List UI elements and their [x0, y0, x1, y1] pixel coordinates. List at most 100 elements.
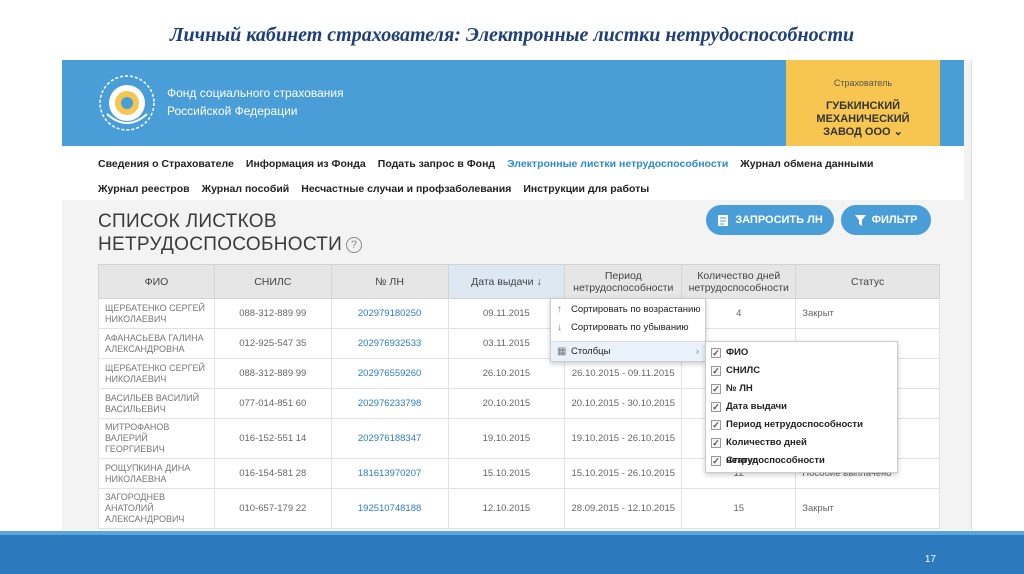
- column-header-period[interactable]: Период нетрудоспособности: [564, 264, 683, 299]
- main-nav: Сведения о Страхователе Информация из Фо…: [62, 146, 964, 200]
- filter-button-label: ФИЛЬТР: [871, 214, 918, 226]
- nav-item-sick-leave[interactable]: Электронные листки нетрудоспособности: [507, 158, 728, 170]
- request-sick-leave-button[interactable]: ЗАПРОСИТЬ ЛН: [706, 205, 834, 235]
- table-row[interactable]: ЗАГОРОДНЕВ АНАТОЛИЙ АЛЕКСАНДРОВИЧ 010-657…: [98, 488, 940, 529]
- checkbox-checked-icon[interactable]: ✓: [711, 438, 721, 448]
- column-menu: ↑ Сортировать по возрастанию ↓ Сортировать…: [550, 298, 706, 362]
- columns-item[interactable]: ▦ Столбцы ›: [551, 341, 705, 361]
- cell-ln[interactable]: 202976932533: [330, 328, 449, 359]
- column-header-fio[interactable]: ФИО: [98, 264, 215, 299]
- column-toggle-label: Период нетрудоспособности: [726, 419, 863, 430]
- cell-status: Закрыт: [795, 488, 940, 529]
- help-icon[interactable]: ?: [346, 236, 363, 253]
- column-toggle-item[interactable]: ✓ Дата выдачи: [706, 398, 897, 416]
- cell-snils: 016-154-581 28: [213, 458, 332, 489]
- insurer-name[interactable]: ГУБКИНСКИЙ МЕХАНИЧЕСКИЙ ЗАВОД ООО ⌄: [803, 100, 923, 139]
- cell-period: 28.09.2015 - 12.10.2015: [564, 488, 683, 529]
- nav-item-accidents[interactable]: Несчастные случаи и профзаболевания: [301, 183, 511, 195]
- checkbox-checked-icon[interactable]: ✓: [711, 348, 721, 358]
- column-header-status[interactable]: Статус: [795, 264, 940, 299]
- checkbox-checked-icon[interactable]: ✓: [711, 420, 721, 430]
- cell-fio: АФАНАСЬЕВА ГАЛИНА АЛЕКСАНДРОВНА: [98, 328, 215, 359]
- cell-period: 19.10.2015 - 26.10.2015: [564, 418, 683, 459]
- cell-ln[interactable]: 202979180250: [330, 298, 449, 329]
- cell-days: 15: [681, 488, 797, 529]
- arrow-up-icon: ↑: [557, 304, 562, 315]
- request-button-label: ЗАПРОСИТЬ ЛН: [735, 214, 823, 226]
- cell-fio: ВАСИЛЬЕВ ВАСИЛИЙ ВАСИЛЬЕВИЧ: [98, 388, 215, 419]
- cell-period: 20.10.2015 - 30.10.2015: [564, 388, 683, 419]
- slide-title: Личный кабинет страхователя: Электронные…: [169, 24, 855, 46]
- table-row[interactable]: ЩЕРБАТЕНКО СЕРГЕЙ НИКОЛАЕВИЧ 088-312-889 …: [98, 298, 940, 329]
- nav-row-2: Журнал реестров Журнал пособий Несчастны…: [98, 183, 661, 195]
- cell-fio: ЩЕРБАТЕНКО СЕРГЕЙ НИКОЛАЕВИЧ: [98, 358, 215, 389]
- org-name: Фонд социального страхования Российской …: [167, 84, 367, 120]
- cell-date: 19.10.2015: [447, 418, 566, 459]
- column-header-date[interactable]: Дата выдачи ↓: [447, 264, 566, 299]
- column-toggle-label: № ЛН: [726, 383, 753, 394]
- column-toggle-item[interactable]: ✓ Количество дней нетрудоспособности: [706, 434, 897, 466]
- insurer-selector[interactable]: Страхователь ГУБКИНСКИЙ МЕХАНИЧЕСКИЙ ЗАВ…: [786, 60, 940, 146]
- sort-desc-item[interactable]: ↓ Сортировать по убыванию: [551, 319, 705, 337]
- column-toggle-item[interactable]: ✓ Статус: [706, 452, 897, 470]
- cell-fio: ЗАГОРОДНЕВ АНАТОЛИЙ АЛЕКСАНДРОВИЧ: [98, 488, 215, 529]
- checkbox-checked-icon[interactable]: ✓: [711, 456, 721, 466]
- cell-ln[interactable]: 202976559260: [330, 358, 449, 389]
- insurer-label: Страхователь: [833, 78, 893, 88]
- nav-item-instructions[interactable]: Инструкции для работы: [523, 183, 649, 195]
- column-header-days[interactable]: Количество дней нетрудоспособности: [681, 264, 797, 299]
- cell-ln[interactable]: 181613970207: [330, 458, 449, 489]
- cell-date: 26.10.2015: [447, 358, 566, 389]
- nav-item-request[interactable]: Подать запрос в Фонд: [378, 158, 495, 170]
- column-header-ln[interactable]: № ЛН: [330, 264, 449, 299]
- columns-submenu: ✓ ФИО ✓ СНИЛС ✓ № ЛН ✓ Дата выдачи ✓ Период нетру…: [705, 341, 898, 473]
- cell-date: 03.11.2015: [447, 328, 566, 359]
- cell-date: 12.10.2015: [447, 488, 566, 529]
- org-name-line1: Фонд социального страхования: [167, 86, 344, 100]
- nav-item-registries[interactable]: Журнал реестров: [98, 183, 190, 195]
- cell-snils: 077-014-851 60: [213, 388, 332, 419]
- arrow-down-icon: ↓: [557, 322, 562, 333]
- column-toggle-item[interactable]: ✓ ФИО: [706, 344, 897, 362]
- cell-status: Закрыт: [795, 298, 940, 329]
- cell-snils: 088-312-889 99: [213, 298, 332, 329]
- column-toggle-item[interactable]: ✓ № ЛН: [706, 380, 897, 398]
- slide-footer: 17: [0, 531, 1024, 574]
- cell-snils: 088-312-889 99: [213, 358, 332, 389]
- nav-item-fund-info[interactable]: Информация из Фонда: [246, 158, 366, 170]
- column-toggle-item[interactable]: ✓ СНИЛС: [706, 362, 897, 380]
- page-title-line1: СПИСОК ЛИСТКОВ: [98, 211, 277, 232]
- cell-ln[interactable]: 192510748188: [330, 488, 449, 529]
- cell-fio: РОЩУПКИНА ДИНА НИКОЛАЕВНА: [98, 458, 215, 489]
- nav-item-benefits[interactable]: Журнал пособий: [202, 183, 290, 195]
- checkbox-checked-icon[interactable]: ✓: [711, 366, 721, 376]
- checkbox-checked-icon[interactable]: ✓: [711, 384, 721, 394]
- cell-period: 26.10.2015 - 09.11.2015: [564, 358, 683, 389]
- cell-snils: 016-152-551 14: [213, 418, 332, 459]
- cell-ln[interactable]: 202976188347: [330, 418, 449, 459]
- sort-desc-label: Сортировать по убыванию: [571, 322, 689, 333]
- sort-asc-item[interactable]: ↑ Сортировать по возрастанию: [551, 301, 705, 319]
- cell-snils: 010-657-179 22: [213, 488, 332, 529]
- checkbox-checked-icon[interactable]: ✓: [711, 402, 721, 412]
- chevron-down-icon: ⌄: [893, 126, 903, 138]
- cell-date: 20.10.2015: [447, 388, 566, 419]
- nav-item-insurer-info[interactable]: Сведения о Страхователе: [98, 158, 234, 170]
- page-number: 17: [924, 554, 936, 565]
- columns-label: Столбцы: [571, 346, 611, 357]
- column-toggle-item[interactable]: ✓ Период нетрудоспособности: [706, 416, 897, 434]
- cell-period: 15.10.2015 - 26.10.2015: [564, 458, 683, 489]
- page-title-line2: НЕТРУДОСПОСОБНОСТИ?: [98, 233, 363, 256]
- filter-button[interactable]: ФИЛЬТР: [841, 205, 931, 235]
- nav-item-exchange-log[interactable]: Журнал обмена данными: [740, 158, 873, 170]
- sort-asc-label: Сортировать по возрастанию: [571, 304, 701, 315]
- cell-ln[interactable]: 202976233798: [330, 388, 449, 419]
- column-toggle-label: ФИО: [726, 347, 749, 358]
- cell-date: 09.11.2015: [447, 298, 566, 329]
- cell-fio: МИТРОФАНОВ ВАЛЕРИЙ ГЕОРГИЕВИЧ: [98, 418, 215, 459]
- column-header-snils[interactable]: СНИЛС: [213, 264, 332, 299]
- filter-icon: [854, 214, 866, 226]
- column-toggle-label: СНИЛС: [726, 365, 761, 376]
- column-toggle-label: Дата выдачи: [726, 401, 788, 412]
- column-header-date-label: Дата выдачи: [471, 275, 534, 288]
